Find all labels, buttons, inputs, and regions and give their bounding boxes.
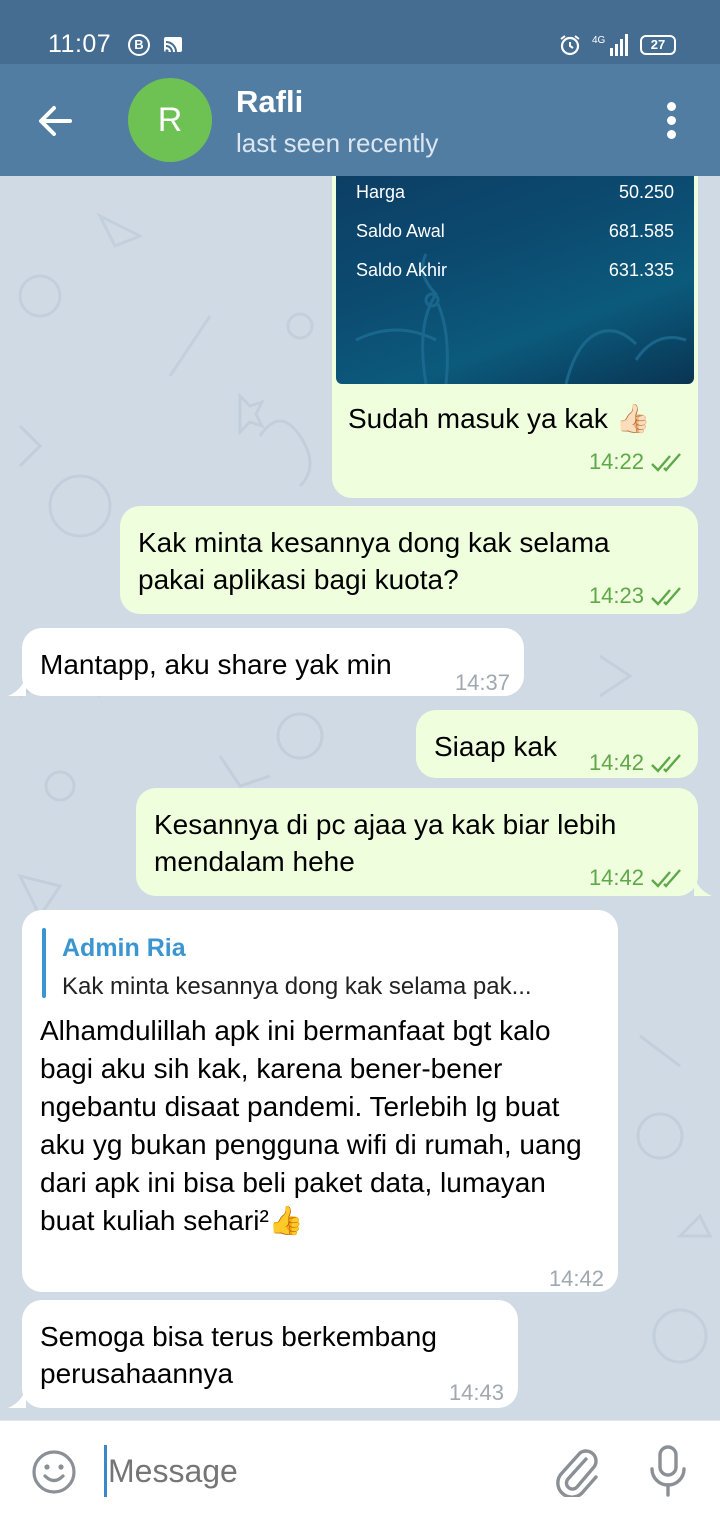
bubble-tail [694, 876, 712, 896]
receipt-row: Saldo Akhir 631.335 [356, 252, 674, 289]
message-time: 14:23 [589, 577, 684, 614]
message-bubble-outgoing[interactable]: Kak minta kesannya dong kak selama pakai… [120, 506, 698, 614]
avatar[interactable]: R [128, 78, 212, 162]
chat-header: R Rafli last seen recently [0, 64, 720, 176]
message-time: 14:22 [589, 443, 684, 480]
microphone-icon[interactable] [646, 1443, 690, 1499]
message-bubble-incoming[interactable]: Semoga bisa terus berkembang perusahaann… [22, 1300, 518, 1408]
message-input[interactable] [108, 1445, 528, 1497]
bubble-tail [8, 676, 26, 696]
message-text: Semoga bisa terus berkembang perusahaann… [40, 1321, 437, 1389]
back-arrow-icon[interactable] [34, 100, 76, 142]
reply-author[interactable]: Admin Ria [62, 930, 186, 967]
double-check-icon [651, 453, 681, 472]
status-bar: 11:07 B 4G 27 [0, 0, 720, 64]
signal-4g-icon: 4G [592, 34, 628, 56]
alarm-icon [560, 35, 580, 56]
receipt-label: Saldo Awal [356, 221, 445, 241]
status-time: 11:07 [48, 30, 112, 58]
receipt-label: Harga [356, 182, 406, 202]
emoji-icon[interactable] [30, 1448, 78, 1496]
message-time: 14:37 [455, 664, 510, 701]
attach-icon[interactable] [552, 1445, 600, 1497]
reply-preview[interactable]: Kak minta kesannya dong kak selama pak..… [62, 968, 532, 1005]
message-bubble-photo[interactable]: Harga 50.250 Saldo Awal 681.585 Saldo Ak… [332, 176, 698, 498]
battery-icon: 27 [640, 35, 676, 55]
time-label: 14:43 [448, 1380, 504, 1405]
double-check-icon [651, 754, 681, 773]
receipt-photo[interactable]: Harga 50.250 Saldo Awal 681.585 Saldo Ak… [336, 176, 694, 384]
receipt-label: Saldo Akhir [356, 260, 448, 280]
receipt-row: Harga 50.250 [356, 176, 674, 211]
time-label: 14:42 [588, 750, 644, 775]
time-label: 14:42 [588, 865, 644, 890]
message-text: Siaap kak [434, 731, 557, 762]
time-label: 14:22 [588, 449, 644, 474]
message-bubble-outgoing[interactable]: Siaap kak 14:42 [416, 710, 698, 778]
message-bubble-incoming[interactable]: Mantapp, aku share yak min 14:37 [22, 628, 524, 696]
message-bubble-reply[interactable]: Admin Ria Kak minta kesannya dong kak se… [22, 910, 618, 1292]
message-composer [0, 1420, 720, 1520]
receipt-row: Saldo Awal 681.585 [356, 213, 674, 250]
time-label: 14:23 [588, 583, 644, 608]
message-time: 14:42 [549, 1260, 604, 1297]
message-bubble-outgoing[interactable]: Kesannya di pc ajaa ya kak biar lebih me… [136, 788, 698, 896]
double-check-icon [651, 869, 681, 888]
receipt-value: 681.585 [608, 221, 674, 241]
cast-icon [164, 37, 182, 53]
text-cursor [104, 1445, 107, 1497]
time-label: 14:37 [454, 670, 510, 695]
receipt-value: 50.250 [618, 182, 674, 202]
reply-indicator [42, 928, 46, 998]
more-menu-icon[interactable] [660, 100, 684, 142]
contact-name[interactable]: Rafli [236, 84, 303, 120]
time-label: 14:42 [548, 1266, 604, 1291]
contact-status: last seen recently [236, 128, 439, 158]
chat-area[interactable]: Harga 50.250 Saldo Awal 681.585 Saldo Ak… [0, 176, 720, 1420]
message-time: 14:42 [589, 859, 684, 896]
bubble-tail [8, 1388, 26, 1408]
message-text: Mantapp, aku share yak min [40, 649, 392, 680]
receipt-value: 631.335 [608, 260, 674, 280]
message-time: 14:43 [449, 1374, 504, 1411]
double-check-icon [651, 587, 681, 606]
b-badge-icon: B [128, 34, 150, 56]
message-text: Alhamdulillah apk ini bermanfaat bgt kal… [40, 1015, 582, 1236]
svg-text:4G: 4G [592, 35, 606, 46]
message-time: 14:42 [589, 744, 684, 781]
message-text: Sudah masuk ya kak 👍🏻 [348, 403, 651, 434]
